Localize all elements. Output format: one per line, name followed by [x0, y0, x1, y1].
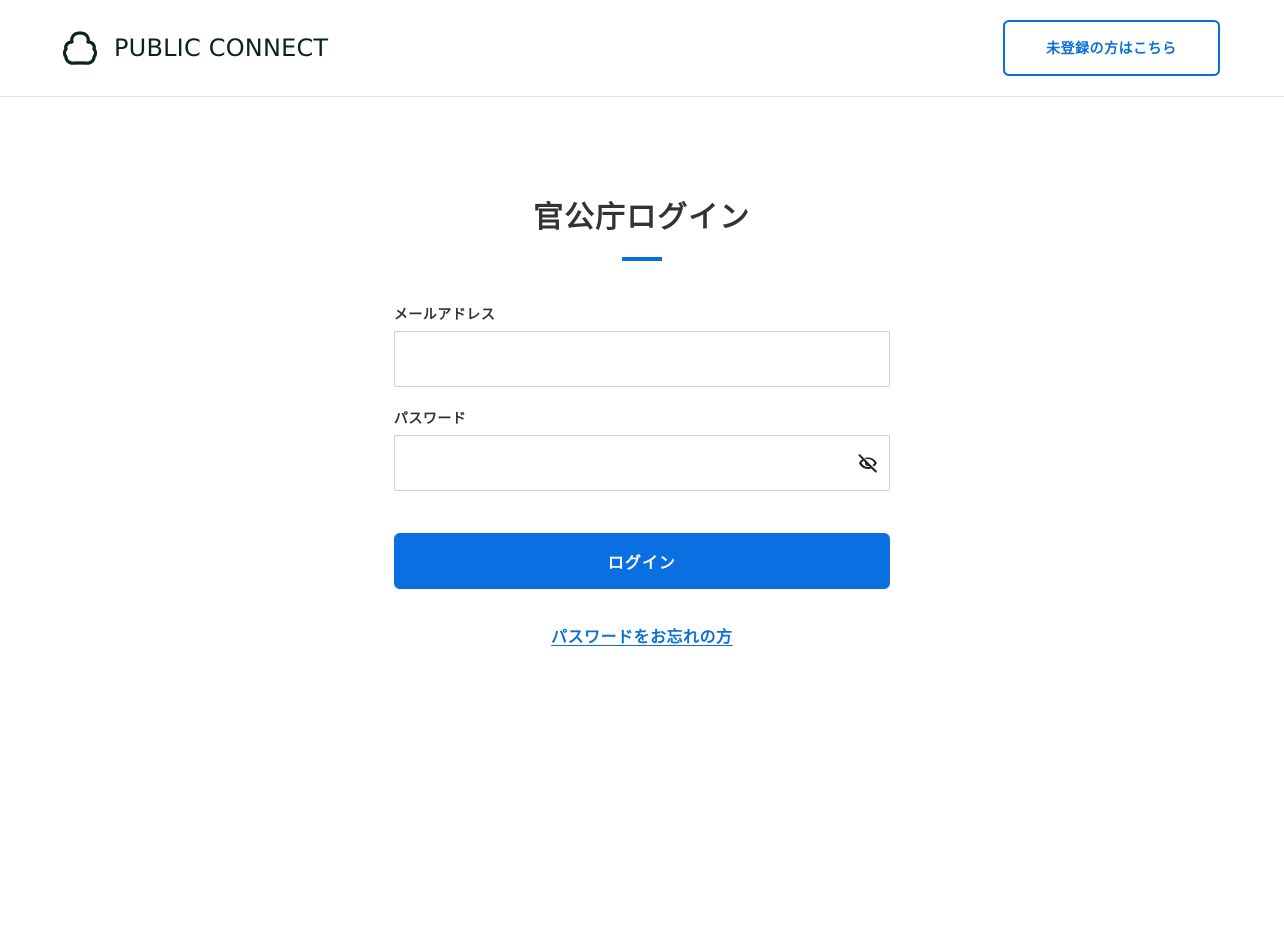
page-title: 官公庁ログイン: [533, 200, 751, 235]
login-button[interactable]: ログイン: [394, 533, 890, 589]
logo-text: PUBLIC CONNECT: [114, 34, 329, 62]
eye-off-icon: [858, 454, 877, 473]
site-logo[interactable]: PUBLIC CONNECT: [63, 30, 328, 66]
forgot-password-link[interactable]: パスワードをお忘れの方: [551, 627, 733, 646]
title-underline: [622, 257, 662, 261]
logo-mark-icon: [63, 31, 97, 65]
site-header: PUBLIC CONNECT 未登録の方はこちら: [0, 0, 1284, 97]
register-button[interactable]: 未登録の方はこちら: [1003, 20, 1220, 76]
email-label: メールアドレス: [394, 307, 496, 323]
forgot-password-container: パスワードをお忘れの方: [0, 623, 1284, 647]
email-field[interactable]: [394, 331, 890, 387]
password-visibility-toggle[interactable]: [855, 450, 881, 476]
password-label: パスワード: [394, 411, 467, 427]
password-field[interactable]: [394, 435, 890, 491]
